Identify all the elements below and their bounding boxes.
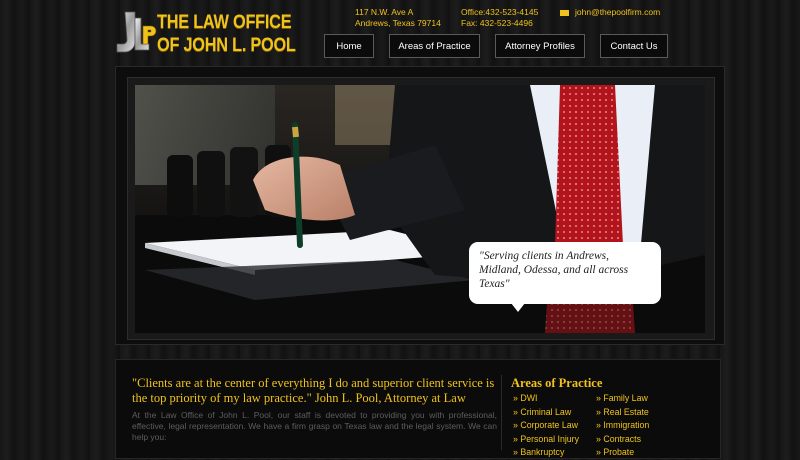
logo-line-1: THE LAW OFFICE	[157, 12, 292, 33]
area-personal-injury-link[interactable]: » Personal Injury	[513, 433, 579, 447]
content-divider	[501, 375, 502, 450]
bubble-tail	[511, 303, 525, 312]
intro-body: At the Law Office of John L. Pool, our s…	[132, 410, 497, 442]
fax-number: Fax: 432-523-4496	[461, 18, 533, 28]
area-bankruptcy-link[interactable]: » Bankruptcy	[513, 446, 579, 460]
areas-title: Areas of Practice	[511, 376, 603, 390]
areas-list-col-2: » Family Law » Real Estate » Immigration…	[596, 392, 649, 460]
intro-quote: "Clients are at the center of everything…	[132, 376, 495, 405]
envelope-icon	[560, 9, 569, 16]
jlp-monogram-icon	[116, 11, 157, 53]
nav-contact-us[interactable]: Contact Us	[600, 34, 668, 58]
nav-home[interactable]: Home	[324, 34, 374, 58]
firm-logo[interactable]: THE LAW OFFICE OF JOHN L. POOL	[115, 10, 296, 60]
nav-areas-of-practice[interactable]: Areas of Practice	[389, 34, 480, 58]
area-dwi-link[interactable]: » DWI	[513, 392, 579, 406]
nav-contact-label: Contact Us	[610, 40, 658, 52]
office-phone[interactable]: Office:432-523-4145	[461, 7, 538, 18]
area-immigration-link[interactable]: » Immigration	[596, 419, 649, 433]
email-link[interactable]: john@thepoolfirm.com	[575, 7, 660, 18]
hero-quote-text: "Serving clients in Andrews, Midland, Od…	[479, 250, 629, 290]
address-line-2: Andrews, Texas 79714	[355, 18, 441, 28]
area-probate-link[interactable]: » Probate	[596, 446, 649, 460]
nav-home-label: Home	[336, 40, 362, 52]
site-header: THE LAW OFFICE OF JOHN L. POOL 117 N.W. …	[0, 0, 800, 70]
email-contact[interactable]: john@thepoolfirm.com	[560, 7, 660, 18]
area-criminal-law-link[interactable]: » Criminal Law	[513, 406, 579, 420]
areas-list-col-1: » DWI » Criminal Law » Corporate Law » P…	[513, 392, 579, 460]
area-contracts-link[interactable]: » Contracts	[596, 433, 649, 447]
area-real-estate-link[interactable]: » Real Estate	[596, 406, 649, 420]
nav-attorney-profiles[interactable]: Attorney Profiles	[495, 34, 585, 58]
address-line-1: 117 N.W. Ave A	[355, 7, 414, 17]
phone-numbers: Office:432-523-4145 Fax: 432-523-4496	[461, 7, 538, 29]
area-family-law-link[interactable]: » Family Law	[596, 392, 649, 406]
office-address: 117 N.W. Ave A Andrews, Texas 79714	[355, 7, 441, 29]
nav-areas-label: Areas of Practice	[398, 40, 471, 52]
nav-profiles-label: Attorney Profiles	[505, 40, 575, 52]
logo-text: THE LAW OFFICE OF JOHN L. POOL	[157, 11, 296, 57]
area-corporate-law-link[interactable]: » Corporate Law	[513, 419, 579, 433]
logo-line-2: OF JOHN L. POOL	[157, 35, 296, 56]
hero-quote-bubble: "Serving clients in Andrews, Midland, Od…	[469, 242, 661, 304]
